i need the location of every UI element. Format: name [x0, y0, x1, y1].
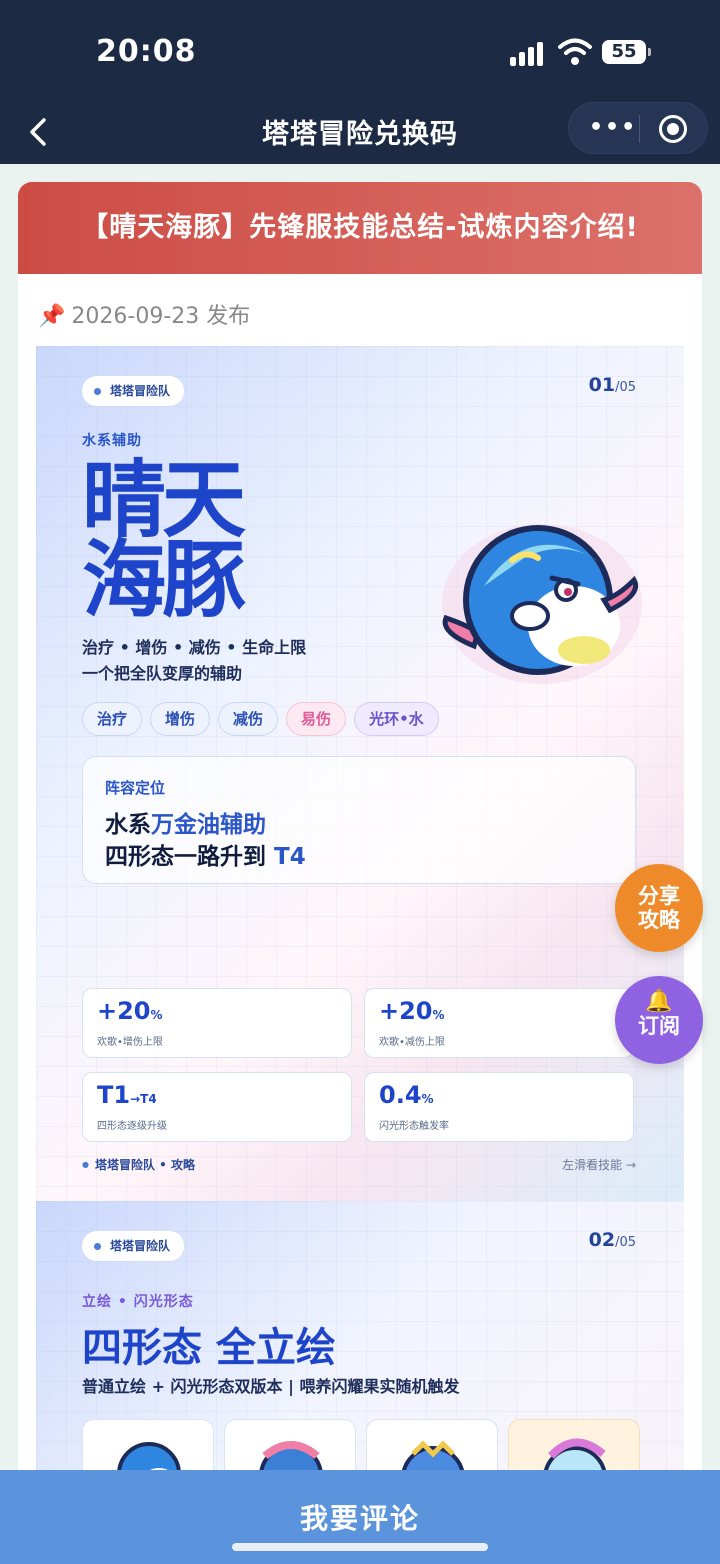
stat-card: 0.4% 闪光形态触发率 — [364, 1072, 634, 1142]
position-line-2b: T4 — [274, 844, 306, 870]
position-line-2: 四形态一路升到 T4 — [105, 837, 306, 871]
nav-bar: 塔塔冒险兑换码 ••• — [0, 100, 720, 164]
position-line-1b: 万金油辅助 — [151, 812, 266, 838]
share-label-line2: 攻略 — [638, 908, 680, 932]
stat-card: T1→T4 四形态逐级升级 — [82, 1072, 352, 1142]
page-total: /05 — [615, 1235, 636, 1250]
subscribe-label: 订阅 — [638, 1014, 680, 1038]
wifi-icon — [558, 38, 592, 65]
capsule-divider — [639, 115, 640, 143]
stat-unit: % — [432, 1008, 445, 1022]
publish-date: 📌 2026-09-23 发布 — [38, 298, 250, 330]
team-position-box: 阵容定位 水系万金油辅助 四形态一路升到 T4 — [82, 756, 636, 884]
share-label-line1: 分享 — [638, 884, 680, 908]
bell-icon: 🔔 — [645, 989, 673, 1014]
slide-title: 四形态 全立绘 — [82, 1325, 336, 1371]
tag-damage-reduction: 减伤 — [218, 702, 279, 736]
hero-title-line1: 晴天 — [82, 451, 246, 549]
hero-subtitle-2: 一个把全队变厚的辅助 — [82, 664, 243, 683]
article-title: 【晴天海豚】先锋服技能总结-试炼内容介绍! — [18, 182, 702, 274]
stat-value: +20% — [379, 997, 445, 1025]
stat-unit: →T4 — [130, 1092, 157, 1106]
tag-heal: 治疗 — [82, 702, 143, 736]
stat-card: +20% 欢歌•增伤上限 — [82, 988, 352, 1058]
stat-number: 0.4 — [379, 1081, 422, 1109]
tag-damage-up: 增伤 — [150, 702, 211, 736]
team-chip: 塔塔冒险队 — [82, 1231, 185, 1261]
publish-date-text: 2026-09-23 发布 — [71, 304, 251, 329]
position-line-1a: 水系 — [105, 812, 151, 838]
slide-footer-team: 塔塔冒险队 • 攻略 — [82, 1156, 195, 1173]
stat-label: 欢歌•增伤上限 — [97, 1037, 163, 1048]
stat-value: T1→T4 — [97, 1081, 157, 1109]
stat-unit: % — [421, 1092, 434, 1106]
signal-icon — [510, 40, 548, 66]
close-miniprogram-icon[interactable] — [659, 115, 687, 143]
tag-water-aura: 光环•水 — [354, 702, 439, 736]
stat-value: 0.4% — [379, 1081, 434, 1109]
slide-1[interactable]: 塔塔冒险队 01/05 水系辅助 晴天 海豚 治疗 • 增伤 • 减伤 • 生命… — [36, 346, 684, 1201]
slide-category: 立绘 • 闪光形态 — [82, 1294, 194, 1310]
slide-subtitle: 普通立绘 + 闪光形态双版本 | 喂养闪耀果实随机触发 — [82, 1377, 460, 1396]
slide-page-number: 02/05 — [589, 1229, 636, 1251]
page-total: /05 — [615, 380, 636, 395]
page-current: 01 — [588, 374, 616, 396]
stat-number: +20 — [379, 997, 433, 1025]
position-line-2a: 四形态一路升到 — [105, 844, 275, 870]
status-bar: 20:08 55 — [0, 0, 720, 100]
stat-value: +20% — [97, 997, 163, 1025]
role-category: 水系辅助 — [82, 433, 142, 449]
stat-number: T1 — [97, 1081, 131, 1109]
slide-page-number: 01/05 — [589, 374, 636, 396]
battery-icon: 55 — [602, 40, 651, 64]
share-guide-button[interactable]: 分享 攻略 — [615, 864, 703, 952]
position-label: 阵容定位 — [105, 779, 166, 797]
hero-title-line2: 海豚 — [82, 531, 246, 629]
position-line-1: 水系万金油辅助 — [105, 805, 266, 839]
more-icon[interactable]: ••• — [589, 117, 635, 141]
home-indicator — [232, 1543, 488, 1551]
clock: 20:08 — [96, 34, 197, 69]
hero-subtitle-1: 治疗 • 增伤 • 减伤 • 生命上限 — [82, 638, 307, 657]
subscribe-button[interactable]: 🔔 订阅 — [615, 976, 703, 1064]
page-current: 02 — [588, 1229, 616, 1251]
stat-number: +20 — [97, 997, 151, 1025]
team-chip: 塔塔冒险队 — [82, 376, 185, 406]
pushpin-icon: 📌 — [38, 304, 66, 329]
stat-unit: % — [150, 1008, 163, 1022]
dolphin-illustration — [442, 524, 642, 684]
stat-label: 闪光形态触发率 — [379, 1121, 449, 1132]
swipe-hint: 左滑看技能 → — [562, 1158, 636, 1172]
tag-vulnerability: 易伤 — [286, 702, 347, 736]
stat-label: 四形态逐级升级 — [97, 1121, 167, 1132]
miniprogram-capsule: ••• — [568, 102, 708, 154]
stat-card: +20% 欢歌•减伤上限 — [364, 988, 634, 1058]
trait-tags: 治疗 增伤 减伤 易伤 光环•水 — [82, 702, 439, 736]
article-card: 【晴天海豚】先锋服技能总结-试炼内容介绍! 📌 2026-09-23 发布 塔塔冒… — [18, 182, 702, 1564]
stat-label: 欢歌•减伤上限 — [379, 1037, 445, 1048]
